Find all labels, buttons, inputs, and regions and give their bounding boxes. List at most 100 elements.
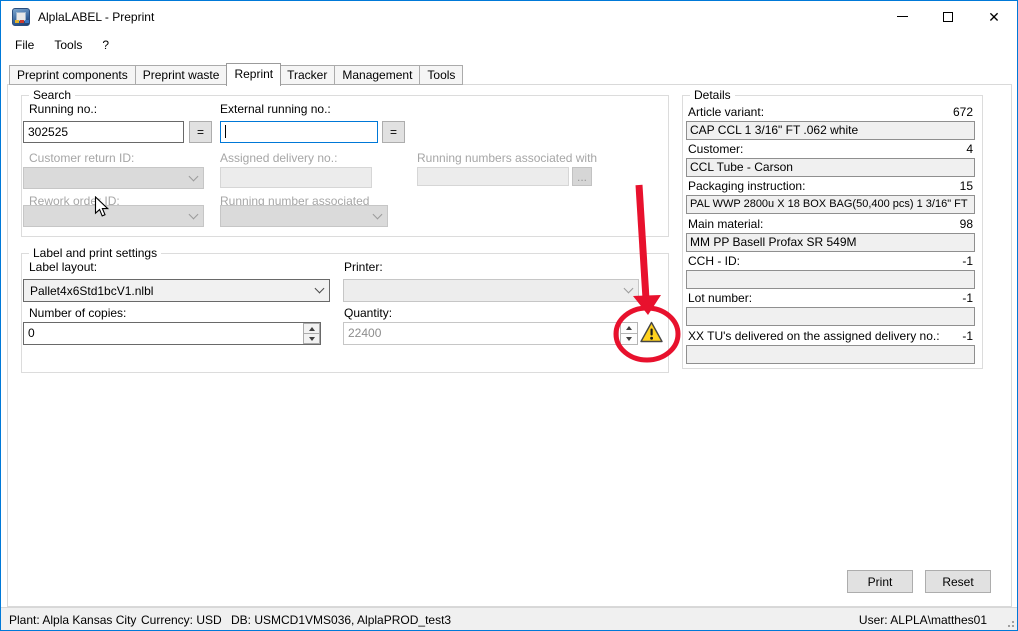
browse-button: ... xyxy=(572,167,592,186)
detail-number: -1 xyxy=(962,329,973,343)
detail-label: XX TU's delivered on the assigned delive… xyxy=(688,329,940,343)
label-print-settings-legend: Label and print settings xyxy=(29,246,161,260)
tab-strip: Preprint components Preprint waste Repri… xyxy=(9,63,463,85)
number-of-copies-stepper[interactable]: 0 xyxy=(23,322,321,345)
detail-row-packaging-instruction: Packaging instruction: 15 PAL WWP 2800u X… xyxy=(686,179,975,214)
arrow-up-icon xyxy=(309,327,315,331)
chevron-down-icon xyxy=(315,284,325,294)
menu-file[interactable]: File xyxy=(5,35,44,55)
quantity-stepper[interactable] xyxy=(620,322,638,345)
tab-preprint-components[interactable]: Preprint components xyxy=(9,65,136,85)
running-no-input[interactable]: 302525 xyxy=(23,121,184,143)
status-bar: Plant: Alpla Kansas City Currency: USD D… xyxy=(1,607,1017,631)
tab-reprint[interactable]: Reprint xyxy=(226,63,281,86)
chevron-down-icon xyxy=(373,209,383,219)
app-icon xyxy=(12,8,30,26)
stepper-buttons xyxy=(303,323,320,344)
title-bar[interactable]: AlplaLABEL - Preprint ✕ xyxy=(1,1,1017,32)
minimize-icon xyxy=(897,16,908,17)
detail-number: 672 xyxy=(953,105,973,119)
number-of-copies-label: Number of copies: xyxy=(29,306,126,320)
label-layout-label: Label layout: xyxy=(29,260,97,274)
detail-number: 98 xyxy=(960,217,973,231)
detail-value xyxy=(686,345,975,364)
detail-row-lot-number: Lot number: -1 xyxy=(686,291,975,326)
print-button[interactable]: Print xyxy=(847,570,913,593)
arrow-down-icon xyxy=(626,337,632,341)
status-plant: Plant: Alpla Kansas City xyxy=(9,613,136,627)
resize-grip-icon[interactable] xyxy=(1004,617,1014,627)
spin-down-button[interactable] xyxy=(303,334,320,344)
external-running-no-equals-button[interactable]: = xyxy=(382,121,405,143)
status-user: User: ALPLA\matthes01 xyxy=(859,613,987,627)
details-legend: Details xyxy=(690,88,735,102)
detail-row-cch-id: CCH - ID: -1 xyxy=(686,254,975,289)
detail-label: Customer: xyxy=(688,142,743,156)
detail-label: Main material: xyxy=(688,217,763,231)
app-window: AlplaLABEL - Preprint ✕ File Tools ? Pre… xyxy=(0,0,1018,631)
reset-button[interactable]: Reset xyxy=(925,570,991,593)
customer-return-id-label: Customer return ID: xyxy=(29,151,134,165)
spin-up-button[interactable] xyxy=(620,322,638,334)
printer-label: Printer: xyxy=(344,260,383,274)
chevron-down-icon xyxy=(624,284,634,294)
chevron-down-icon xyxy=(189,209,199,219)
menu-tools[interactable]: Tools xyxy=(44,35,92,55)
spin-down-button[interactable] xyxy=(620,334,638,345)
arrow-down-icon xyxy=(309,337,315,341)
customer-return-id-combobox xyxy=(23,167,204,189)
detail-label: Packaging instruction: xyxy=(688,179,805,193)
text-caret xyxy=(225,125,226,138)
tab-preprint-waste[interactable]: Preprint waste xyxy=(136,65,228,85)
detail-label: CCH - ID: xyxy=(688,254,740,268)
detail-value xyxy=(686,270,975,289)
detail-value xyxy=(686,307,975,326)
detail-value: MM PP Basell Profax SR 549M xyxy=(686,233,975,252)
tab-management[interactable]: Management xyxy=(335,65,420,85)
chevron-down-icon xyxy=(189,171,199,181)
external-running-no-label: External running no.: xyxy=(220,102,331,116)
running-numbers-associated-with-label: Running numbers associated with xyxy=(417,151,597,165)
status-currency: Currency: USD xyxy=(141,613,222,627)
window-title: AlplaLABEL - Preprint xyxy=(38,10,154,24)
menu-bar: File Tools ? xyxy=(1,33,1017,57)
arrow-up-icon xyxy=(626,326,632,330)
status-db: DB: USMCD1VMS036, AlplaPROD_test3 xyxy=(231,613,451,627)
printer-combobox xyxy=(343,279,639,302)
quantity-input: 22400 xyxy=(343,322,619,345)
detail-label: Article variant: xyxy=(688,105,764,119)
detail-number: -1 xyxy=(962,254,973,268)
external-running-no-input[interactable] xyxy=(220,121,378,143)
search-legend: Search xyxy=(29,88,75,102)
warning-icon[interactable] xyxy=(640,321,663,343)
detail-number: 4 xyxy=(966,142,973,156)
running-no-equals-button[interactable]: = xyxy=(189,121,212,143)
detail-number: 15 xyxy=(960,179,973,193)
assigned-delivery-no-input xyxy=(220,167,372,188)
minimize-button[interactable] xyxy=(879,1,925,32)
detail-row-tus-delivered: XX TU's delivered on the assigned delive… xyxy=(686,329,975,364)
quantity-label: Quantity: xyxy=(344,306,392,320)
maximize-button[interactable] xyxy=(925,1,971,32)
detail-value: CAP CCL 1 3/16" FT .062 white xyxy=(686,121,975,140)
label-layout-combobox[interactable]: Pallet4x6Std1bcV1.nlbl xyxy=(23,279,330,302)
close-icon: ✕ xyxy=(988,10,1000,24)
running-number-associated-combobox xyxy=(220,205,388,227)
menu-help[interactable]: ? xyxy=(92,35,119,55)
spin-up-button[interactable] xyxy=(303,323,320,334)
running-no-label: Running no.: xyxy=(29,102,97,116)
maximize-icon xyxy=(943,12,953,22)
detail-row-customer: Customer: 4 CCL Tube - Carson xyxy=(686,142,975,177)
detail-value: PAL WWP 2800u X 18 BOX BAG(50,400 pcs) 1… xyxy=(686,195,975,214)
tab-tools[interactable]: Tools xyxy=(420,65,463,85)
rework-order-id-combobox xyxy=(23,205,204,227)
detail-row-article-variant: Article variant: 672 CAP CCL 1 3/16" FT .… xyxy=(686,105,975,140)
running-numbers-associated-with-input xyxy=(417,167,569,186)
assigned-delivery-no-label: Assigned delivery no.: xyxy=(220,151,337,165)
detail-label: Lot number: xyxy=(688,291,752,305)
detail-number: -1 xyxy=(962,291,973,305)
detail-row-main-material: Main material: 98 MM PP Basell Profax SR … xyxy=(686,217,975,252)
tab-tracker[interactable]: Tracker xyxy=(280,65,335,85)
close-button[interactable]: ✕ xyxy=(971,1,1017,32)
detail-value: CCL Tube - Carson xyxy=(686,158,975,177)
